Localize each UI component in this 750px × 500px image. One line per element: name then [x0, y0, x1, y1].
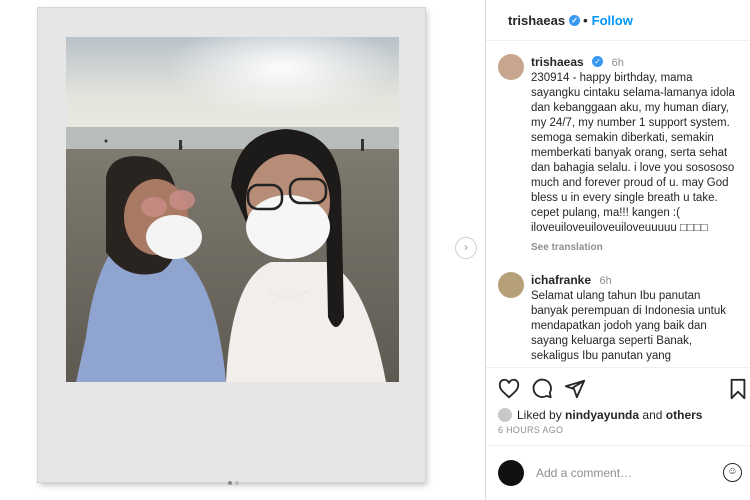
- see-translation-link[interactable]: See translation: [531, 242, 740, 253]
- next-media-button[interactable]: ›: [455, 237, 477, 259]
- photo-illustration: [66, 37, 399, 382]
- post-media: ›: [0, 0, 485, 500]
- header-separator: •: [583, 12, 588, 28]
- header-username[interactable]: trishaeas: [508, 13, 565, 28]
- likes-others-link[interactable]: others: [666, 408, 703, 422]
- actions-divider: [486, 367, 750, 368]
- verified-badge-icon: ✓: [569, 14, 581, 26]
- current-user-avatar: [498, 460, 524, 486]
- post-timestamp[interactable]: 6 HOURS AGO: [498, 425, 563, 435]
- post-photo[interactable]: [66, 37, 399, 382]
- polaroid-frame: [38, 8, 425, 482]
- avatar[interactable]: [498, 272, 524, 298]
- heart-icon[interactable]: [498, 378, 520, 400]
- likes-prefix: Liked by: [517, 408, 562, 422]
- comment-username[interactable]: ichafranke: [531, 273, 591, 287]
- comment-time[interactable]: 6h: [612, 57, 624, 69]
- liker-username[interactable]: nindyayunda: [565, 408, 639, 422]
- post-header: trishaeas ✓ • Follow: [486, 0, 750, 41]
- likes-summary: Liked by nindyayunda and others: [498, 408, 702, 422]
- comment-item: ichafranke 6h Selamat ulang tahun Ibu pa…: [486, 271, 750, 364]
- carousel-dot: [235, 481, 239, 485]
- comment-time[interactable]: 6h: [599, 275, 611, 287]
- follow-button[interactable]: Follow: [592, 13, 633, 28]
- comments-list: trishaeas ✓ 6h 230914 - happy birthday, …: [486, 41, 750, 367]
- post-side-panel: trishaeas ✓ • Follow trishaeas ✓ 6h 2309…: [486, 0, 750, 500]
- action-bar: [498, 378, 748, 402]
- comment-text: Selamat ulang tahun Ibu panutan banyak p…: [531, 290, 727, 362]
- comment-box-divider: [486, 445, 750, 446]
- avatar[interactable]: [498, 54, 524, 80]
- verified-badge-icon: ✓: [592, 56, 604, 68]
- carousel-dot: [228, 481, 232, 485]
- comment-username[interactable]: trishaeas: [531, 55, 584, 69]
- likes-and: and: [642, 408, 663, 422]
- comment-input[interactable]: [534, 465, 708, 481]
- liker-avatar[interactable]: [498, 408, 512, 422]
- add-comment-bar: ☺: [498, 459, 748, 487]
- carousel-dots: [228, 481, 239, 485]
- emoji-icon[interactable]: ☺: [723, 463, 742, 482]
- bookmark-icon[interactable]: [728, 378, 748, 400]
- comment-text: 230914 - happy birthday, mama sayangku c…: [531, 72, 735, 234]
- share-icon[interactable]: [564, 378, 586, 400]
- comment-icon[interactable]: [531, 378, 553, 400]
- caption-comment: trishaeas ✓ 6h 230914 - happy birthday, …: [486, 53, 750, 253]
